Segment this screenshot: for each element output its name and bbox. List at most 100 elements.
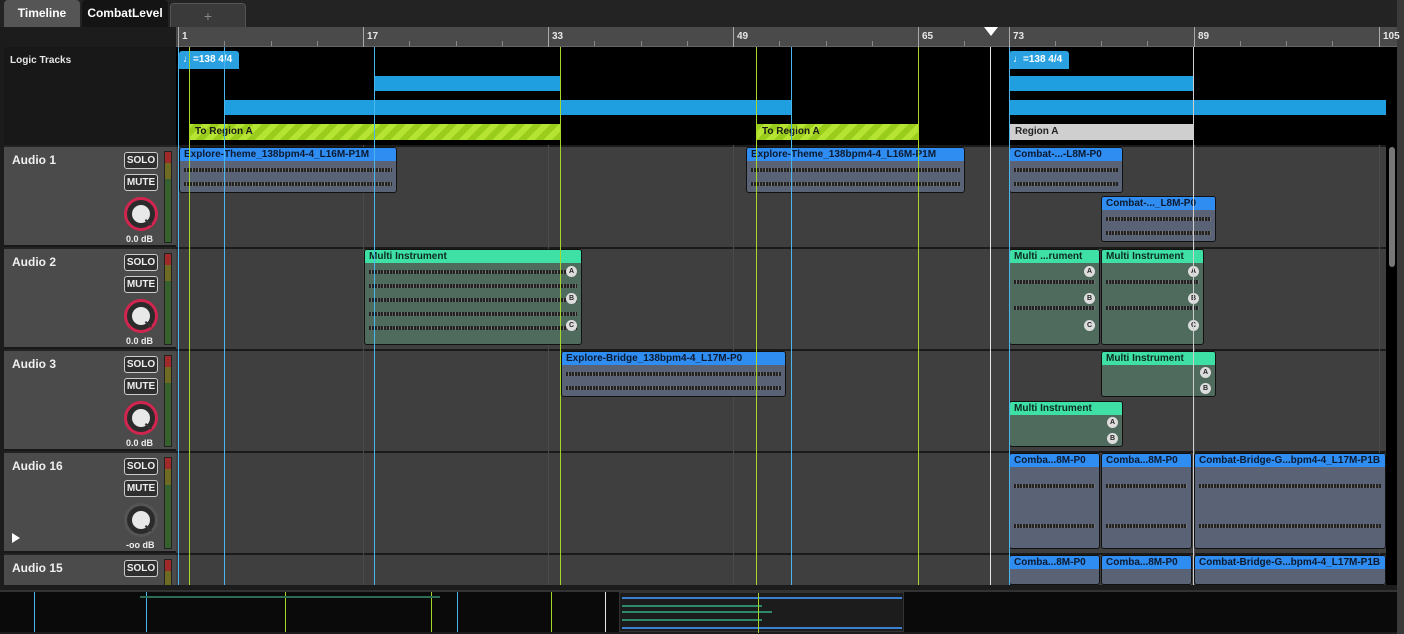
- ruler-minor-tick: [872, 41, 873, 46]
- audio-clip[interactable]: Comba...8M-P0: [1009, 555, 1100, 585]
- volume-knob[interactable]: [124, 197, 158, 231]
- waveform: [751, 182, 960, 186]
- logic-transition-bar[interactable]: [374, 76, 560, 91]
- level-meter: [164, 253, 172, 345]
- layer-b-badge: B: [1084, 293, 1095, 304]
- overview-navigator[interactable]: [0, 590, 1397, 633]
- playhead-handle-icon[interactable]: [984, 27, 998, 36]
- waveform: [1199, 524, 1381, 528]
- mute-button[interactable]: MUTE: [124, 378, 158, 395]
- track-header-audio-2[interactable]: Audio 2 SOLO MUTE 0.0 dB: [4, 247, 176, 347]
- playhead-line: [990, 47, 991, 585]
- solo-button[interactable]: SOLO: [124, 560, 158, 577]
- ruler-minor-tick: [409, 41, 410, 46]
- layer-a-badge: A: [1084, 266, 1095, 277]
- multi-instrument-clip[interactable]: Multi Instrument A B C: [364, 249, 582, 345]
- bar-ruler[interactable]: 1 17 33 49 65 73 89 105: [176, 27, 1400, 47]
- multi-instrument-clip[interactable]: Multi Instrument A B: [1101, 351, 1216, 397]
- ruler-minor-tick: [1101, 41, 1102, 46]
- ruler-minor-tick: [641, 41, 642, 46]
- clip-title: Combat-Bridge-G...bpm4-4_L17M-P1B: [1195, 454, 1385, 467]
- track-name: Audio 1: [12, 153, 56, 167]
- clip-title: Multi Instrument: [365, 250, 581, 263]
- waveform: [1014, 280, 1095, 284]
- multi-instrument-clip[interactable]: Multi ...rument A B C: [1009, 249, 1100, 345]
- volume-knob[interactable]: [124, 401, 158, 435]
- ruler-minor-tick: [502, 41, 503, 46]
- clip-title: Explore-Bridge_138bpm4-4_L17M-P0: [562, 352, 785, 365]
- tempo-marker[interactable]: ♩=138 4/4: [1009, 51, 1069, 69]
- transition-line: [189, 47, 190, 585]
- overview-viewport[interactable]: [619, 592, 904, 633]
- track-header-audio-1[interactable]: Audio 1 SOLO MUTE 0.0 dB: [4, 145, 176, 245]
- audio-clip[interactable]: Explore-Theme_138bpm4-4_L16M-P1M: [746, 147, 965, 193]
- region-marker[interactable]: To Region A: [756, 124, 918, 140]
- transition-line: [1193, 47, 1194, 585]
- layer-b-badge: B: [1200, 383, 1211, 394]
- solo-button[interactable]: SOLO: [124, 254, 158, 271]
- timeline-area[interactable]: ♩=138 4/4 ♩=138 4/4 To Region A To Regio…: [176, 47, 1397, 585]
- transition-line: [918, 47, 919, 585]
- overview-marker: [146, 592, 147, 632]
- multi-instrument-clip[interactable]: Multi Instrument A B: [1009, 401, 1123, 447]
- transition-line: [791, 47, 792, 585]
- ruler-minor-tick: [1286, 41, 1287, 46]
- overview-clip: [622, 611, 772, 613]
- overview-clip: [622, 605, 762, 607]
- logic-transition-bar[interactable]: [1009, 76, 1194, 91]
- overview-marker: [285, 592, 286, 632]
- track-header-audio-15[interactable]: Audio 15 SOLO: [4, 553, 176, 585]
- waveform: [1014, 306, 1095, 310]
- ruler-minor-tick: [456, 41, 457, 46]
- audio-clip[interactable]: Explore-Bridge_138bpm4-4_L17M-P0: [561, 351, 786, 397]
- tab-combatlevel[interactable]: CombatLevel: [82, 0, 168, 27]
- layer-a-badge: A: [566, 266, 577, 277]
- ruler-tick: 1: [178, 27, 188, 47]
- ruler-tick: 17: [363, 27, 378, 47]
- tempo-marker[interactable]: ♩=138 4/4: [179, 51, 239, 69]
- logic-track-lane[interactable]: ♩=138 4/4 ♩=138 4/4 To Region A To Regio…: [176, 47, 1397, 145]
- audio-clip[interactable]: Combat-Bridge-G...bpm4-4_L17M-P1B: [1194, 555, 1386, 585]
- volume-knob[interactable]: [124, 299, 158, 333]
- region-marker[interactable]: Region A: [1009, 124, 1194, 140]
- clip-title: Multi ...rument: [1010, 250, 1099, 263]
- solo-button[interactable]: SOLO: [124, 458, 158, 475]
- track-lane-audio-2[interactable]: [176, 247, 1386, 349]
- mute-button[interactable]: MUTE: [124, 174, 158, 191]
- mute-button[interactable]: MUTE: [124, 480, 158, 497]
- audio-clip[interactable]: Comba...8M-P0: [1101, 555, 1192, 585]
- solo-button[interactable]: SOLO: [124, 356, 158, 373]
- add-tab-button[interactable]: +: [170, 3, 246, 27]
- audio-clip[interactable]: Combat-...-L8M-P0: [1009, 147, 1123, 193]
- waveform: [1106, 217, 1211, 221]
- solo-button[interactable]: SOLO: [124, 152, 158, 169]
- overview-marker: [34, 592, 35, 632]
- logic-transition-bar[interactable]: [1009, 100, 1386, 115]
- waveform: [369, 284, 577, 288]
- ruler-minor-tick: [317, 41, 318, 46]
- ruler-tick: 105: [1379, 27, 1400, 47]
- clip-title: Comba...8M-P0: [1102, 556, 1191, 569]
- audio-clip[interactable]: Comba...8M-P0: [1101, 453, 1192, 549]
- audio-clip[interactable]: Combat-..._L8M-P0: [1101, 196, 1216, 242]
- transition-line: [756, 47, 757, 585]
- clip-title: Multi Instrument: [1102, 250, 1203, 263]
- audio-clip[interactable]: Combat-Bridge-G...bpm4-4_L17M-P1B: [1194, 453, 1386, 549]
- logic-transition-bar[interactable]: [224, 100, 791, 115]
- clip-title: Comba...8M-P0: [1102, 454, 1191, 467]
- track-header-column: Logic Tracks Audio 1 SOLO MUTE 0.0 dB Au…: [4, 47, 176, 585]
- track-header-audio-3[interactable]: Audio 3 SOLO MUTE 0.0 dB: [4, 349, 176, 449]
- track-header-audio-16[interactable]: Audio 16 SOLO MUTE -oo dB: [4, 451, 176, 551]
- vertical-scrollbar[interactable]: [1389, 147, 1395, 267]
- audio-clip[interactable]: Explore-Theme_138bpm4-4_L16M-P1M: [179, 147, 397, 193]
- play-icon[interactable]: [12, 533, 20, 543]
- mute-button[interactable]: MUTE: [124, 276, 158, 293]
- waveform: [369, 312, 577, 316]
- waveform: [1014, 182, 1118, 186]
- multi-instrument-clip[interactable]: Multi Instrument A B C: [1101, 249, 1204, 345]
- waveform: [751, 168, 960, 172]
- volume-knob[interactable]: [124, 503, 158, 537]
- audio-clip[interactable]: Comba...8M-P0: [1009, 453, 1100, 549]
- bar-gridline: [363, 145, 364, 585]
- tab-timeline[interactable]: Timeline: [4, 0, 80, 27]
